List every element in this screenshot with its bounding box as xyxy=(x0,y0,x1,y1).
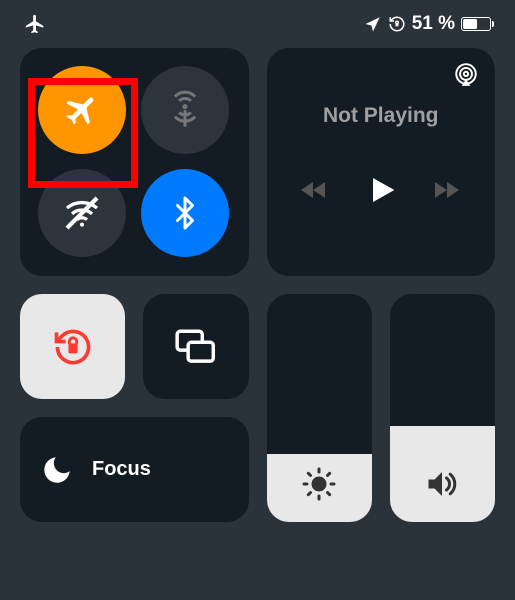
location-icon xyxy=(364,15,382,33)
status-right: 51 % xyxy=(364,13,491,35)
next-track-button[interactable] xyxy=(433,177,463,203)
media-controls xyxy=(299,172,463,208)
previous-track-button[interactable] xyxy=(299,177,329,203)
wifi-toggle[interactable] xyxy=(38,169,126,257)
wifi-off-icon xyxy=(62,193,102,233)
bluetooth-toggle[interactable] xyxy=(141,169,229,257)
airplay-icon xyxy=(453,62,479,88)
airplane-mode-icon xyxy=(24,13,46,35)
volume-slider[interactable] xyxy=(390,294,495,522)
media-tile[interactable]: Not Playing xyxy=(267,48,496,276)
connectivity-tile[interactable] xyxy=(20,48,249,276)
cellular-antenna-icon xyxy=(165,90,205,130)
moon-icon xyxy=(40,453,74,487)
status-bar: 51 % xyxy=(0,0,515,48)
orientation-lock-icon xyxy=(388,15,406,33)
airplane-icon xyxy=(63,91,101,129)
play-button[interactable] xyxy=(365,172,397,208)
orientation-lock-icon xyxy=(51,325,95,369)
airplay-button[interactable] xyxy=(453,62,479,88)
small-tiles-row xyxy=(20,294,249,399)
focus-label: Focus xyxy=(92,458,151,481)
cellular-data-toggle[interactable] xyxy=(141,66,229,154)
orientation-lock-button[interactable] xyxy=(20,294,125,399)
media-title: Not Playing xyxy=(323,104,439,128)
battery-percent: 51 % xyxy=(412,13,455,35)
bluetooth-icon xyxy=(167,195,203,231)
status-left xyxy=(24,13,46,35)
brightness-slider[interactable] xyxy=(267,294,372,522)
battery-icon xyxy=(461,17,491,31)
airplane-mode-toggle[interactable] xyxy=(38,66,126,154)
screen-mirroring-button[interactable] xyxy=(143,294,248,399)
control-center-grid: Not Playing xyxy=(0,48,515,522)
brightness-icon xyxy=(301,466,337,502)
volume-icon xyxy=(422,466,462,502)
controls-column: Focus xyxy=(20,294,249,522)
focus-button[interactable]: Focus xyxy=(20,417,249,522)
screen-mirroring-icon xyxy=(174,327,218,367)
sliders-group xyxy=(267,294,496,522)
